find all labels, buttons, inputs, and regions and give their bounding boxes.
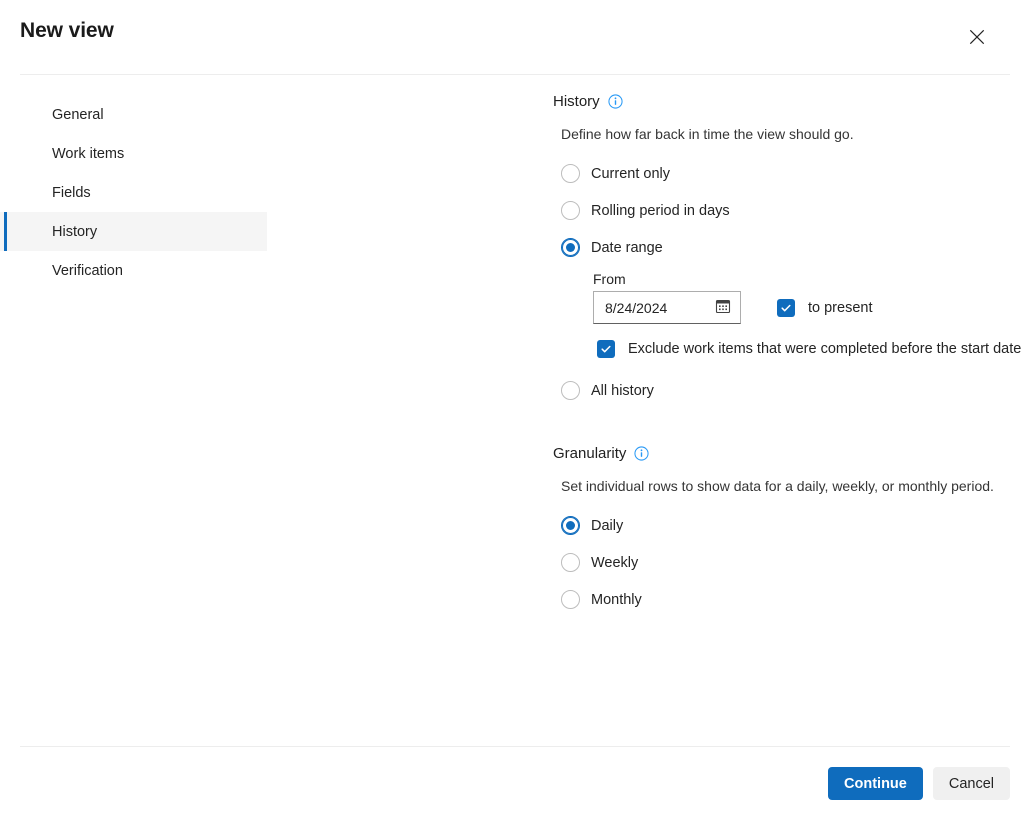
from-date-input[interactable] <box>594 299 712 317</box>
radio-daily[interactable]: Daily <box>561 507 623 544</box>
cancel-button[interactable]: Cancel <box>933 767 1010 800</box>
granularity-section-heading: Granularity <box>553 445 1029 462</box>
exclude-completed-checkbox-row[interactable]: Exclude work items that were completed b… <box>597 340 1021 358</box>
footer-divider <box>20 746 1010 747</box>
radio-label: Monthly <box>591 592 642 608</box>
sidebar-item-general[interactable]: General <box>0 95 267 134</box>
to-present-checkbox-row[interactable]: to present <box>777 299 873 317</box>
dialog-body: General Work items Fields History Verifi… <box>0 75 1029 746</box>
radio-indicator <box>561 590 580 609</box>
radio-label: Rolling period in days <box>591 203 730 219</box>
sidebar-item-label: General <box>52 107 104 123</box>
radio-indicator <box>561 164 580 183</box>
exclude-completed-checkbox[interactable] <box>597 340 615 358</box>
page-title: New view <box>20 19 114 43</box>
radio-indicator <box>561 553 580 572</box>
radio-indicator-selected <box>561 238 580 257</box>
sidebar-item-label: Verification <box>52 263 123 279</box>
radio-date-range[interactable]: Date range <box>561 229 663 266</box>
radio-rolling-period[interactable]: Rolling period in days <box>561 192 730 229</box>
info-icon[interactable] <box>634 446 649 461</box>
sidebar-item-work-items[interactable]: Work items <box>0 134 267 173</box>
granularity-radio-group: Daily Weekly Monthly <box>267 507 1029 618</box>
sidebar-item-label: Fields <box>52 185 91 201</box>
history-heading-label: History <box>553 93 600 110</box>
history-radio-group: Current only Rolling period in days Date… <box>267 155 1029 409</box>
close-button[interactable] <box>961 22 993 54</box>
calendar-picker-button[interactable] <box>714 299 732 317</box>
granularity-description: Set individual rows to show data for a d… <box>561 478 1029 494</box>
from-date-row: to present <box>593 291 1029 324</box>
to-present-label: to present <box>808 300 873 316</box>
radio-indicator <box>561 381 580 400</box>
close-icon <box>969 29 985 48</box>
to-present-checkbox[interactable] <box>777 299 795 317</box>
radio-label: Date range <box>591 240 663 256</box>
sidebar-item-label: Work items <box>52 146 124 162</box>
sidebar-item-label: History <box>52 224 97 240</box>
granularity-heading-label: Granularity <box>553 445 626 462</box>
sidebar-item-verification[interactable]: Verification <box>0 251 267 290</box>
continue-button[interactable]: Continue <box>828 767 923 800</box>
radio-indicator-selected <box>561 516 580 535</box>
sidebar-item-history[interactable]: History <box>0 212 267 251</box>
exclude-completed-label: Exclude work items that were completed b… <box>628 341 1021 357</box>
history-description: Define how far back in time the view sho… <box>561 126 1029 142</box>
radio-label: Weekly <box>591 555 638 571</box>
radio-label: All history <box>591 383 654 399</box>
dialog-main-panel: History Define how far back in time the … <box>267 75 1029 746</box>
dialog-footer: Continue Cancel <box>0 746 1029 821</box>
radio-all-history[interactable]: All history <box>561 372 654 409</box>
calendar-icon <box>715 298 731 317</box>
radio-weekly[interactable]: Weekly <box>561 544 638 581</box>
sidebar-item-fields[interactable]: Fields <box>0 173 267 212</box>
date-range-controls: From <box>593 271 1029 324</box>
radio-current-only[interactable]: Current only <box>561 155 670 192</box>
radio-monthly[interactable]: Monthly <box>561 581 642 618</box>
radio-label: Current only <box>591 166 670 182</box>
new-view-dialog: New view General Work items Fields Histo <box>0 0 1029 821</box>
radio-indicator <box>561 201 580 220</box>
dialog-header: New view <box>0 0 1029 75</box>
dialog-sidebar: General Work items Fields History Verifi… <box>0 75 267 746</box>
history-section-heading: History <box>553 93 1029 110</box>
from-label: From <box>593 271 1029 287</box>
radio-label: Daily <box>591 518 623 534</box>
info-icon[interactable] <box>608 94 623 109</box>
from-date-field[interactable] <box>593 291 741 324</box>
